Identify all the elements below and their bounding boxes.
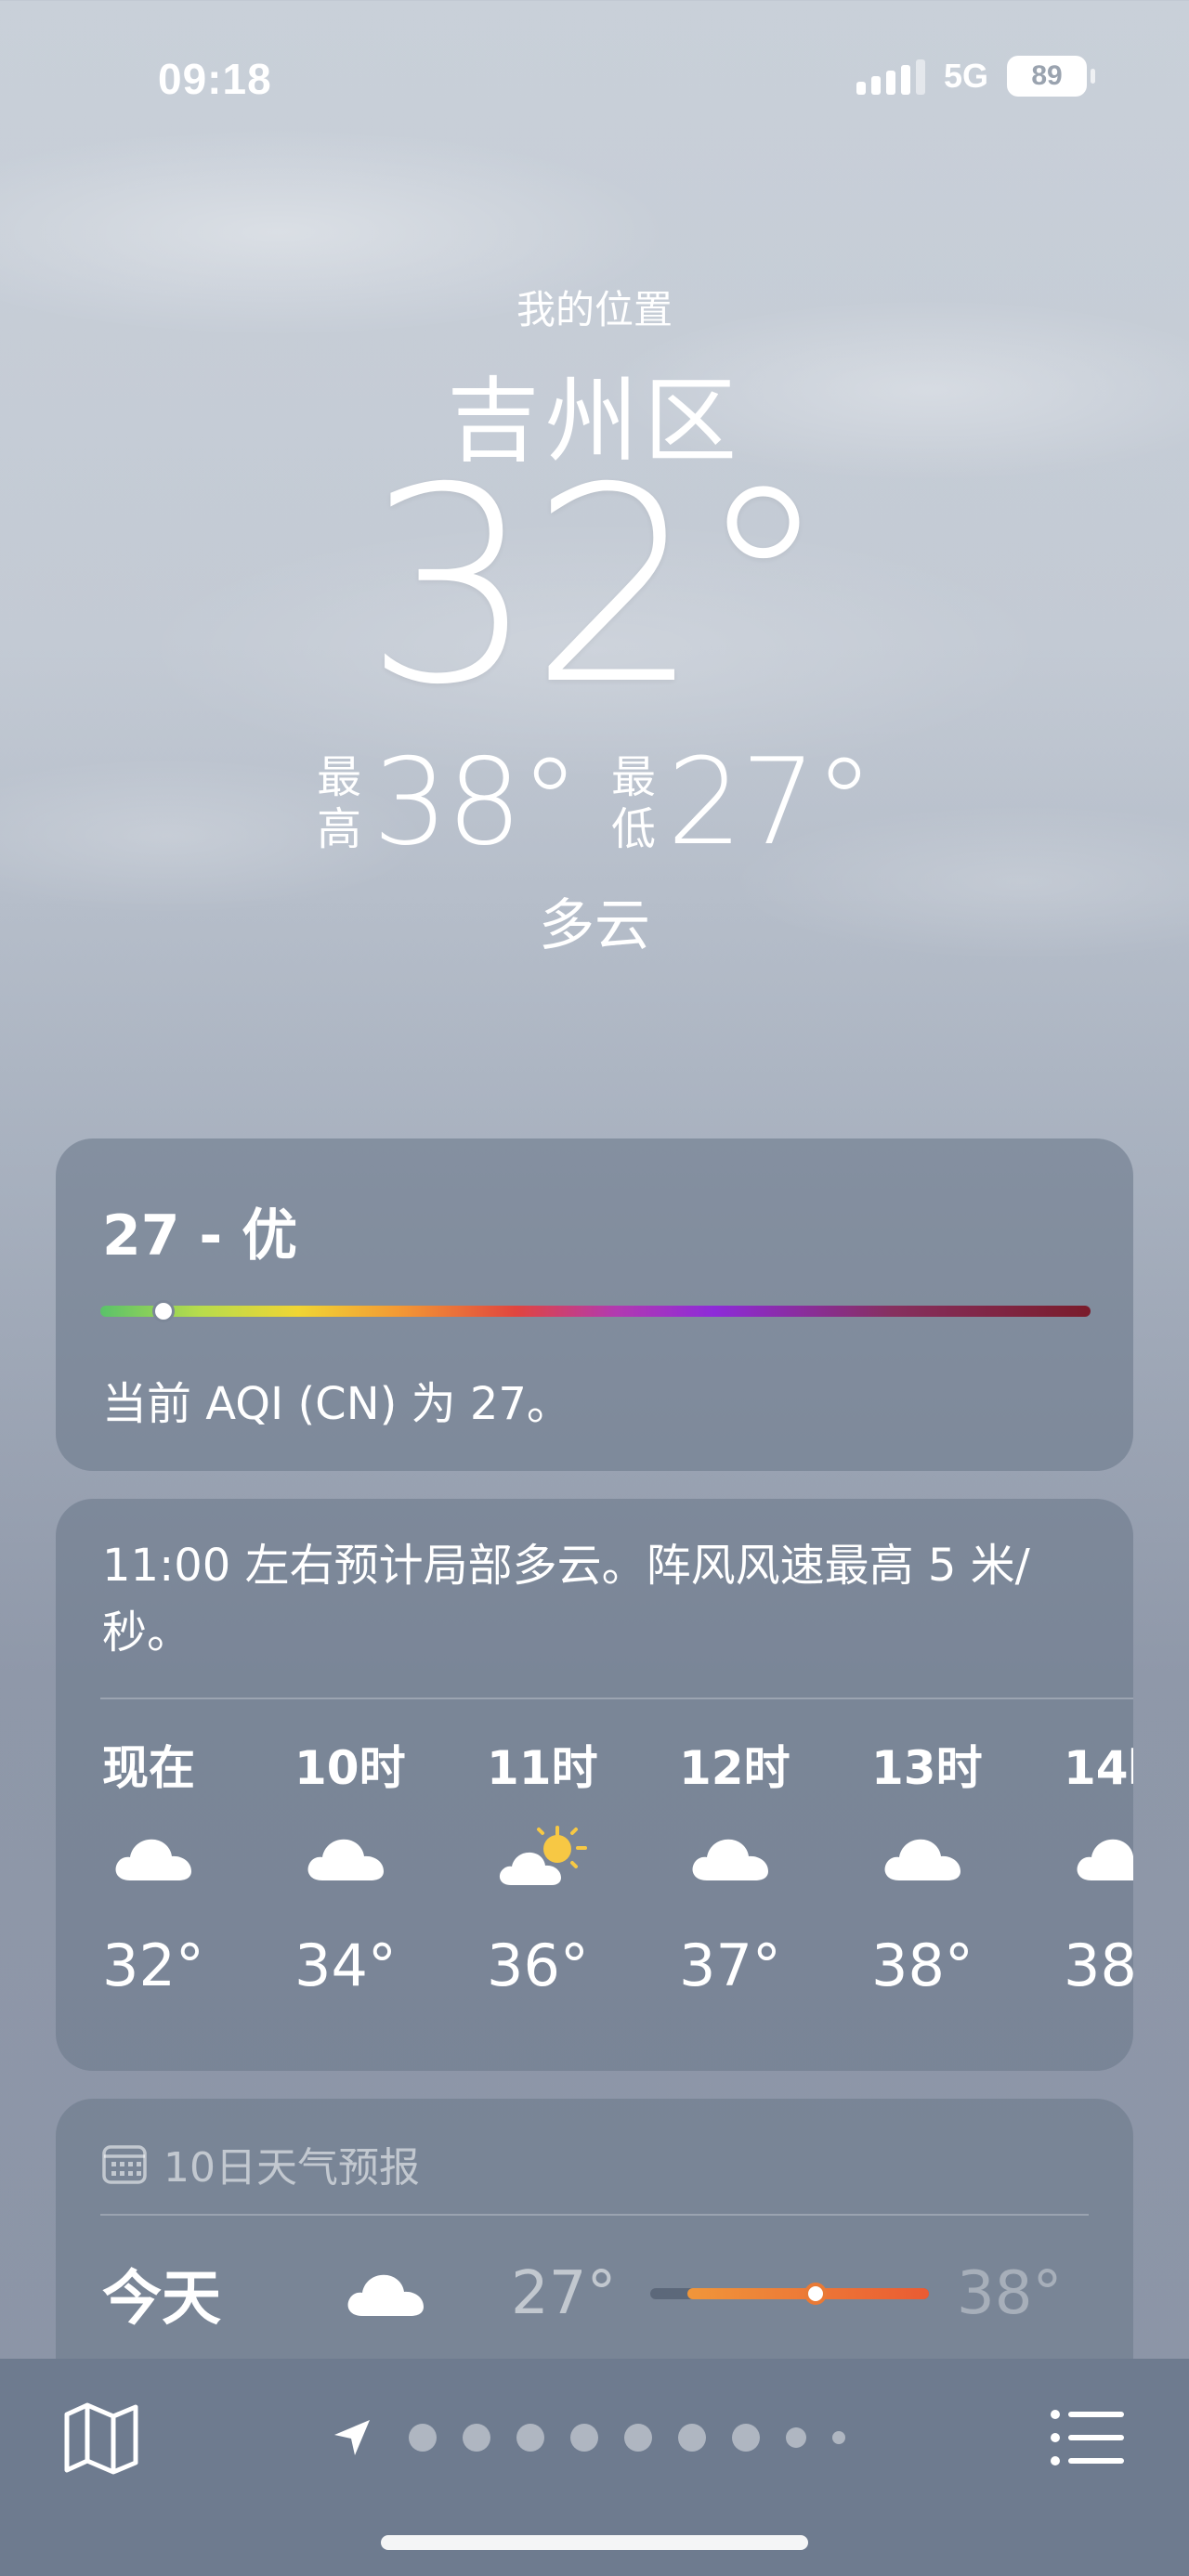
divider (100, 2214, 1089, 2216)
hour-item: 现在 32° (102, 1741, 204, 1999)
page-indicator[interactable] (0, 2416, 1189, 2459)
calendar-icon (102, 2145, 147, 2184)
signal-icon (856, 58, 925, 95)
hourly-card[interactable]: 11:00 左右预计局部多云。阵风风速最高 5 米/秒。 现在 32° 10时 … (56, 1499, 1133, 2071)
high-low: 最 高 38° 最 低 27° (0, 734, 1189, 872)
page-dot[interactable] (732, 2424, 760, 2452)
forecast-title: 10日天气预报 (163, 2144, 420, 2192)
hourly-summary: 11:00 左右预计局部多云。阵风风速最高 5 米/秒。 (102, 1540, 1030, 1659)
battery-icon: 89 (1007, 56, 1095, 97)
current-temperature: 32° (363, 431, 830, 744)
aqi-description: 当前 AQI (CN) 为 27。 (102, 1378, 571, 1430)
page-dot[interactable] (516, 2424, 544, 2452)
battery-level: 89 (1031, 60, 1063, 91)
forecast-header: 10日天气预报 (102, 2134, 420, 2193)
my-location-label: 我的位置 (516, 287, 673, 332)
network-type: 5G (943, 57, 988, 95)
page-dot[interactable] (678, 2424, 706, 2452)
aqi-indicator (152, 1300, 175, 1322)
page-dot[interactable] (832, 2431, 845, 2444)
aqi-scale-bar (100, 1306, 1091, 1317)
status-right: 5G 89 (856, 56, 1095, 97)
city-list-button[interactable] (1046, 2396, 1130, 2479)
page-dot[interactable] (463, 2424, 490, 2452)
low-temperature: 27° (667, 734, 874, 872)
cloud-icon (688, 1805, 781, 1907)
low-label: 最 低 (611, 750, 657, 855)
forecast-low: 27° (511, 2259, 617, 2328)
partly-sunny-icon (496, 1805, 589, 1907)
forecast-day: 今天 (102, 2265, 221, 2334)
aqi-title: 27 - 优 (102, 1203, 298, 1268)
weather-condition: 多云 (539, 893, 650, 958)
hour-item: 12时 37° (679, 1741, 790, 1999)
page-dot[interactable] (570, 2424, 598, 2452)
cloud-icon (881, 1805, 973, 1907)
low-group: 最 低 27° (611, 734, 874, 872)
status-time: 09:18 (158, 55, 272, 103)
page-dot[interactable] (786, 2427, 806, 2448)
page-dot[interactable] (409, 2424, 437, 2452)
forecast-row[interactable]: 今天 27° 38° (102, 2238, 1087, 2349)
list-icon (1051, 2410, 1124, 2465)
hour-item: 11时 36° (487, 1741, 598, 1999)
home-indicator[interactable] (381, 2535, 808, 2550)
cloud-icon (344, 2266, 455, 2322)
cloud-icon (304, 1805, 397, 1907)
aqi-card[interactable]: 27 - 优 当前 AQI (CN) 为 27。 (56, 1138, 1133, 1471)
hour-item: 14时 38° (1064, 1731, 1133, 1999)
hour-item: 10时 34° (294, 1741, 406, 1999)
cloud-icon (111, 1805, 204, 1907)
temperature-range-bar (650, 2283, 929, 2305)
page-dot[interactable] (624, 2424, 652, 2452)
divider (100, 1698, 1133, 1699)
high-temperature: 38° (372, 734, 580, 872)
cloud-icon (1073, 1805, 1133, 1907)
hourly-list[interactable]: 现在 32° 10时 34° 11时 36° 12时 37° 13时 38° 1… (102, 1731, 1133, 1999)
location-arrow-icon (334, 2420, 370, 2455)
high-group: 最 高 38° (317, 734, 580, 872)
forecast-high: 38° (957, 2259, 1063, 2328)
current-temp-marker (804, 2283, 827, 2305)
high-label: 最 高 (317, 750, 362, 855)
hour-item: 13时 38° (871, 1741, 983, 1999)
